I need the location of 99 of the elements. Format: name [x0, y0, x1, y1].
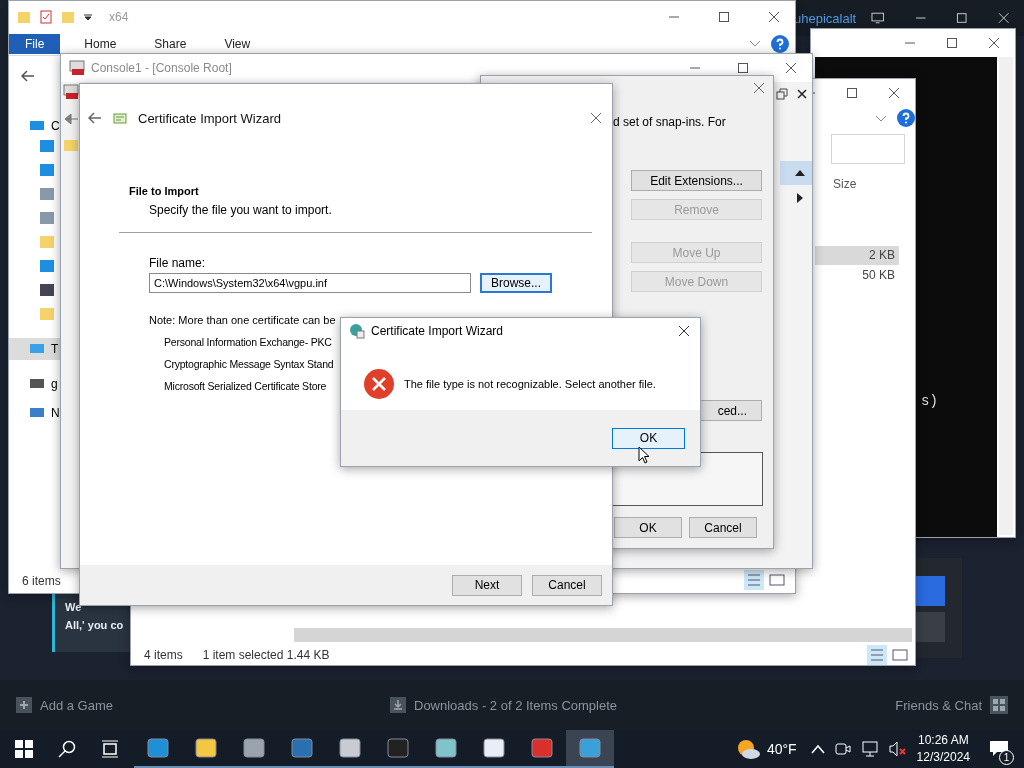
browse-button[interactable]: Browse...	[480, 273, 552, 293]
format-item: Personal Information Exchange- PKC	[164, 336, 332, 348]
nav-item[interactable]: T	[9, 338, 60, 360]
error-message: The file type is not recognizable. Select another file.	[404, 378, 656, 390]
window-title: Console1 - [Console Root]	[91, 61, 232, 75]
nav-item-icon	[29, 377, 45, 391]
maximize-icon[interactable]	[946, 37, 958, 49]
view-toggle-icon[interactable]	[744, 570, 788, 590]
people-icon	[990, 696, 1008, 714]
ok-button[interactable]: OK	[614, 517, 682, 538]
status-text: 4 items	[144, 648, 183, 662]
window-title: x64	[109, 10, 129, 24]
nav-item[interactable]: g	[29, 373, 60, 395]
help-icon[interactable]	[771, 35, 789, 53]
ribbon-tab[interactable]: File	[9, 34, 61, 54]
close-icon[interactable]	[678, 325, 690, 337]
maximize-icon[interactable]	[718, 11, 730, 23]
console-icon	[69, 60, 85, 76]
nav-item-icon	[29, 342, 45, 356]
maximize-icon[interactable]	[737, 62, 749, 74]
dialog-title: Certificate Import Wizard	[371, 324, 504, 338]
next-button[interactable]: Next	[452, 574, 522, 596]
friends-chat-button[interactable]: Friends & Chat	[895, 696, 1008, 714]
back-arrow-icon[interactable]	[63, 112, 79, 126]
nav-item[interactable]: N	[29, 402, 60, 424]
notification-count: 1	[999, 750, 1014, 765]
speaker-muted-icon[interactable]	[888, 741, 907, 757]
add-game-button[interactable]: Add a Game	[16, 697, 113, 713]
chevron-icon[interactable]	[749, 40, 761, 48]
news-text: All,' you co	[65, 618, 124, 632]
field-label: File name:	[149, 256, 207, 270]
horizontal-scrollbar[interactable]	[294, 628, 912, 642]
chevron-icon[interactable]	[875, 115, 887, 123]
search-field[interactable]	[831, 134, 905, 164]
search-icon[interactable]	[58, 740, 76, 758]
network-icon[interactable]	[860, 741, 879, 757]
description-text: d set of snap-ins. For	[613, 115, 726, 129]
format-item: Cryptographic Message Syntax Stand	[164, 358, 334, 370]
terminal-text: s)	[921, 393, 938, 409]
column-header[interactable]: Size	[833, 177, 857, 191]
dropdown-icon[interactable]	[83, 12, 93, 22]
section-description: Specify the file you want to import.	[149, 203, 333, 217]
close-icon[interactable]	[888, 87, 900, 99]
nav-item-icon	[29, 406, 45, 420]
format-item: Microsoft Serialized Certificate Store	[164, 380, 327, 392]
plus-icon	[16, 697, 32, 713]
monitor-icon[interactable]	[871, 12, 885, 24]
view-toggle-icon[interactable]	[867, 645, 911, 665]
close-icon[interactable]	[796, 88, 808, 100]
windows-start-icon[interactable]	[15, 740, 33, 758]
nav-item-icon	[29, 119, 45, 133]
downloads-button[interactable]: Downloads - 2 of 2 Items Complete	[390, 697, 618, 713]
close-icon[interactable]	[768, 11, 780, 23]
section-heading: File to Import	[129, 185, 200, 197]
temperature-text[interactable]: 40°F	[766, 741, 797, 757]
certificate-icon	[112, 110, 128, 126]
folder-icon	[63, 138, 79, 152]
cancel-button[interactable]: Cancel	[532, 574, 602, 596]
camera-icon[interactable]	[834, 741, 851, 757]
account-name[interactable]: uhepicalalt	[794, 10, 857, 26]
close-icon[interactable]	[988, 37, 1000, 49]
wizard-title: Certificate Import Wizard	[138, 110, 282, 126]
back-arrow-icon[interactable]	[88, 112, 102, 124]
download-icon	[390, 697, 406, 713]
clock-date[interactable]: 12/3/2024	[916, 749, 970, 766]
certificate-globe-icon	[349, 323, 365, 339]
ribbon-tab[interactable]: Home	[70, 34, 131, 54]
notification-button[interactable]: 1	[980, 730, 1018, 768]
selected-row[interactable]	[780, 161, 812, 185]
news-text: We	[65, 600, 82, 611]
nav-folder-icon[interactable]	[39, 282, 55, 298]
cancel-button[interactable]: Cancel	[689, 517, 757, 538]
task-view-icon[interactable]	[101, 740, 119, 758]
file-name-field[interactable]: C:\Windows\System32\x64\vgpu.inf	[149, 273, 471, 293]
console-icon	[63, 84, 79, 100]
note-text: Note: More than one certificate can be	[149, 314, 336, 326]
back-arrow-icon[interactable]	[21, 70, 35, 82]
chevron-up-icon[interactable]	[810, 744, 825, 754]
error-icon	[363, 368, 395, 400]
close-icon[interactable]	[785, 62, 797, 74]
maximize-icon[interactable]	[846, 87, 858, 99]
secondary-button[interactable]	[915, 612, 945, 642]
mouse-cursor-icon	[638, 446, 650, 464]
properties-icon[interactable]	[39, 10, 53, 24]
ribbon-tab[interactable]: Share	[140, 34, 201, 54]
file-size-cell[interactable]: 50 KB	[815, 266, 899, 285]
file-size-cell[interactable]: 2 KB	[815, 246, 899, 265]
status-text: 6 items	[22, 574, 61, 588]
primary-button[interactable]	[915, 576, 945, 606]
help-icon[interactable]	[897, 109, 915, 127]
status-text: 1 item selected 1.44 KB	[202, 648, 330, 662]
up-arrow-icon[interactable]	[794, 169, 806, 177]
restore-icon[interactable]	[776, 88, 788, 100]
expand-arrow-icon[interactable]	[797, 193, 803, 203]
clock-time[interactable]: 10:26 AM	[917, 732, 969, 749]
nav-item[interactable]: C	[29, 115, 60, 137]
ribbon-tab[interactable]: View	[210, 34, 265, 54]
ok-button[interactable]: OK	[612, 427, 685, 449]
dialog-button[interactable]: Edit Extensions...	[631, 170, 762, 191]
